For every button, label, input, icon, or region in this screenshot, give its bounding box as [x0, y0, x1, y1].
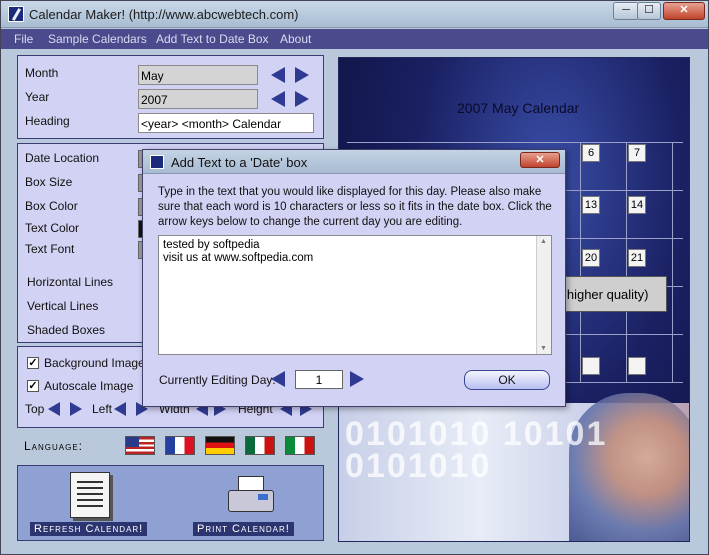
dialog-instructions: Type in the text that you would like dis…: [158, 186, 552, 228]
background-image-checkbox[interactable]: ✓: [27, 357, 39, 369]
app-window: Calendar Maker! (http://www.abcwebtech.c…: [0, 0, 709, 555]
maximize-button[interactable]: ☐: [637, 2, 661, 20]
heading-field[interactable]: <year> <month> Calendar: [138, 113, 314, 133]
grid-line: [672, 142, 673, 382]
top-increase-arrow-icon[interactable]: [70, 402, 82, 416]
month-prev-arrow-icon[interactable]: [271, 67, 285, 83]
grid-line: [347, 142, 683, 143]
language-label: Language:: [24, 439, 84, 453]
refresh-calendar-button[interactable]: Refresh Calendar!: [18, 466, 168, 540]
print-calendar-button[interactable]: Print Calendar!: [173, 466, 323, 540]
mexico-flag-icon[interactable]: [245, 436, 275, 455]
minimize-button[interactable]: ─: [613, 2, 639, 20]
top-decrease-arrow-icon[interactable]: [48, 402, 60, 416]
day-cell: 6: [582, 144, 600, 162]
background-image-label: Background Image: [44, 356, 145, 370]
text-color-label: Text Color: [25, 221, 80, 235]
title-bar[interactable]: Calendar Maker! (http://www.abcwebtech.c…: [1, 1, 708, 28]
text-line: tested by softpedia: [163, 239, 260, 251]
quality-note: h higher quality): [549, 276, 667, 312]
add-text-dialog: Add Text to a 'Date' box ✕ Type in the t…: [142, 149, 566, 407]
menu-add-text[interactable]: Add Text to Date Box: [156, 32, 269, 46]
menu-file[interactable]: File: [14, 32, 33, 46]
date-location-label: Date Location: [25, 151, 100, 165]
year-prev-arrow-icon[interactable]: [271, 91, 285, 107]
ok-button[interactable]: OK: [464, 370, 550, 390]
prev-day-arrow-icon[interactable]: [271, 371, 285, 387]
text-font-label: Text Font: [25, 242, 75, 256]
month-next-arrow-icon[interactable]: [295, 67, 309, 83]
binary-art: 0101010 10101 0101010: [345, 415, 608, 485]
document-icon: [70, 472, 110, 518]
menu-about[interactable]: About: [280, 32, 311, 46]
day-cell: 20: [582, 249, 600, 267]
window-title: Calendar Maker! (http://www.abcwebtech.c…: [29, 7, 299, 22]
box-size-label: Box Size: [25, 175, 73, 189]
day-cell: 21: [628, 249, 646, 267]
day-cell: 7: [628, 144, 646, 162]
shaded-boxes-label: Shaded Boxes: [27, 323, 106, 337]
box-color-label: Box Color: [25, 199, 78, 213]
year-field[interactable]: 2007: [138, 89, 258, 109]
calendar-settings-panel: Month May Year 2007 Heading <year> <mont…: [17, 55, 324, 139]
autoscale-image-checkbox[interactable]: ✓: [27, 380, 39, 392]
menu-sample-calendars[interactable]: Sample Calendars: [48, 32, 147, 46]
horizontal-lines-label: Horizontal Lines: [27, 275, 114, 289]
app-icon: [150, 155, 164, 169]
dialog-close-button[interactable]: ✕: [520, 152, 560, 168]
refresh-calendar-label: Refresh Calendar!: [30, 522, 148, 536]
us-flag-icon[interactable]: [125, 436, 155, 455]
app-icon: [8, 6, 24, 22]
left-label: Left: [92, 402, 113, 416]
top-label: Top: [25, 402, 45, 416]
year-next-arrow-icon[interactable]: [295, 91, 309, 107]
printer-icon: [228, 476, 274, 514]
grid-line: [580, 142, 581, 382]
month-field[interactable]: May: [138, 65, 258, 85]
day-cell: 14: [628, 196, 646, 214]
action-bar: Refresh Calendar! Print Calendar!: [17, 465, 324, 541]
dialog-title: Add Text to a 'Date' box: [171, 155, 308, 170]
dialog-title-bar[interactable]: Add Text to a 'Date' box ✕: [143, 150, 565, 174]
editing-day-label: Currently Editing Day:: [159, 373, 276, 387]
menu-bar: File Sample Calendars Add Text to Date B…: [1, 29, 708, 49]
editing-day-field[interactable]: 1: [295, 370, 343, 389]
day-cell: 13: [582, 196, 600, 214]
germany-flag-icon[interactable]: [205, 436, 235, 455]
year-label: Year: [25, 90, 50, 104]
left-decrease-arrow-icon[interactable]: [114, 402, 126, 416]
france-flag-icon[interactable]: [165, 436, 195, 455]
date-text-area[interactable]: tested by softpedia visit us at www.soft…: [158, 235, 552, 355]
text-line: visit us at www.softpedia.com: [163, 252, 314, 264]
vertical-lines-label: Vertical Lines: [27, 299, 99, 313]
next-day-arrow-icon[interactable]: [350, 371, 364, 387]
heading-label: Heading: [25, 114, 70, 128]
grid-line: [626, 142, 627, 382]
autoscale-image-label: Autoscale Image: [44, 379, 134, 393]
text-area-scrollbar[interactable]: [536, 236, 551, 354]
preview-title: 2007 May Calendar: [457, 100, 580, 116]
month-label: Month: [25, 66, 59, 80]
print-calendar-label: Print Calendar!: [193, 522, 294, 536]
day-cell: [582, 357, 600, 375]
italy-flag-icon[interactable]: [285, 436, 315, 455]
day-cell: [628, 357, 646, 375]
close-button[interactable]: ✕: [663, 2, 705, 20]
